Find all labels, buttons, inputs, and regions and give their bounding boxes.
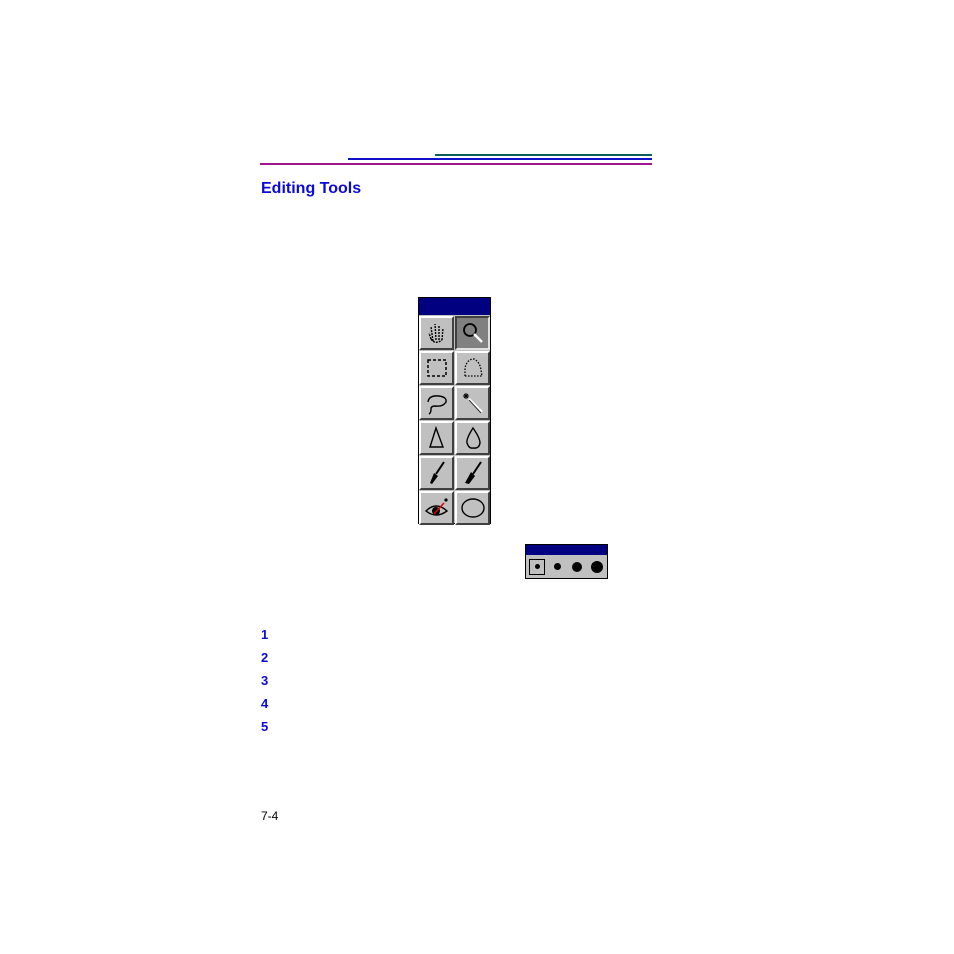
red-eye-icon (424, 498, 448, 516)
magnifier-icon (462, 323, 483, 343)
rectangle-select-tool-button[interactable] (419, 351, 454, 385)
ellipse-tool-button[interactable] (455, 491, 490, 525)
step-number: 4 (261, 696, 269, 711)
brush-icon (429, 461, 445, 484)
brush-size-small[interactable] (529, 558, 545, 575)
step-list: 1 2 3 4 5 (261, 627, 268, 742)
brush-size-medium[interactable] (549, 559, 565, 575)
step-number: 1 (261, 627, 269, 642)
lasso-icon (426, 395, 447, 415)
medium-dot-icon (553, 563, 561, 570)
header-rule-blue (348, 158, 652, 160)
step-number: 5 (261, 719, 269, 734)
brush-tool-button[interactable] (419, 456, 454, 490)
zoom-tool-button[interactable] (455, 316, 490, 350)
large-dot-icon (572, 561, 582, 572)
rectangle-marquee-icon (426, 359, 447, 377)
magic-wand-tool-button[interactable] (455, 386, 490, 420)
header-rule-teal (435, 154, 652, 156)
magic-wand-icon (462, 393, 483, 414)
section-title: Editing Tools (261, 180, 362, 197)
brush-size-title-bar[interactable] (526, 545, 607, 555)
hand-icon (427, 323, 444, 343)
lasso-tool-button[interactable] (419, 386, 454, 420)
red-eye-tool-button[interactable] (419, 491, 454, 525)
ellipse-icon (460, 498, 485, 518)
x-large-dot-icon (591, 560, 603, 573)
freeform-marquee-icon (463, 358, 483, 377)
brush-size-x-large[interactable] (589, 559, 605, 575)
editing-toolbox (418, 297, 491, 525)
toolbox-title-bar[interactable] (419, 298, 490, 315)
water-drop-icon (465, 426, 481, 449)
step-number: 2 (261, 650, 269, 665)
brush-alt-icon (464, 461, 482, 484)
sharpen-triangle-icon (428, 425, 444, 448)
header-rule-magenta (260, 163, 652, 165)
smudge-brush-tool-button[interactable] (455, 456, 490, 490)
hand-tool-button[interactable] (419, 316, 454, 350)
page-number: 7-4 (261, 809, 279, 823)
small-dot-icon (534, 564, 540, 569)
sharpen-tool-button[interactable] (419, 421, 454, 455)
freeform-select-tool-button[interactable] (455, 351, 490, 385)
step-number: 3 (261, 673, 269, 688)
blur-tool-button[interactable] (455, 421, 490, 455)
brush-size-palette (525, 544, 608, 579)
brush-size-large[interactable] (569, 559, 585, 575)
